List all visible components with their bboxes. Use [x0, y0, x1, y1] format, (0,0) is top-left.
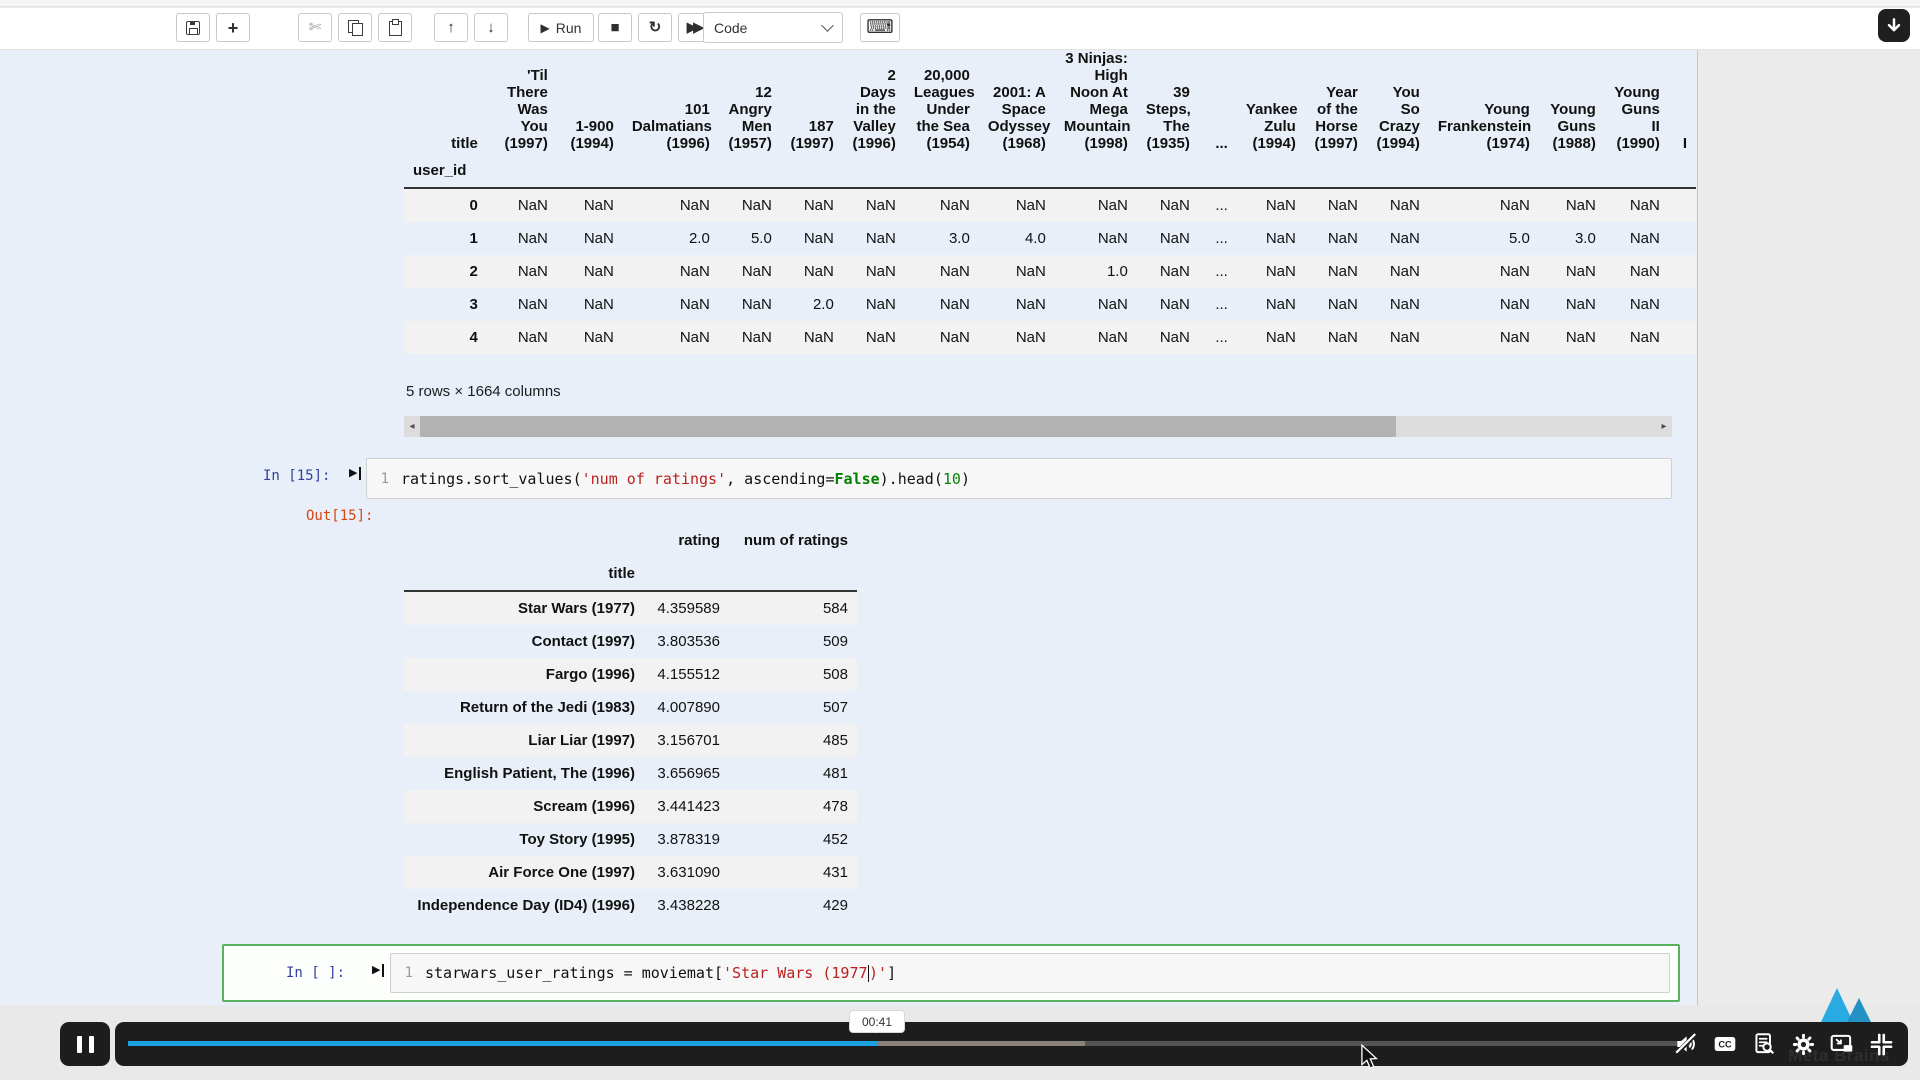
settings-button[interactable]	[1788, 1030, 1818, 1058]
pause-icon	[88, 1035, 94, 1053]
matrix-index-name-row: user_id	[413, 162, 467, 179]
table-row: 4 NaN NaN NaN NaN NaN NaN NaN NaN NaN NaN... NaN NaN…	[404, 321, 1696, 354]
jupyter-toolbar: + ✄ ↑ ↓ ▶ Run ■ ↻ ▶▶ Code ⌨	[0, 8, 1920, 50]
in-prompt-15: In [15]:	[263, 468, 331, 484]
copy-cell-button[interactable]	[338, 13, 372, 42]
ratings-table: rating num of ratings title Star Wars (1977…	[404, 524, 857, 922]
table-row: Independence Day (ID4) (1996) 3.438228 429	[417, 897, 848, 914]
command-palette-button[interactable]: ⌨	[860, 13, 900, 42]
plus-icon: +	[227, 17, 239, 38]
table-row: Air Force One (1997) 3.631090 431	[404, 856, 857, 889]
table-row: 0 NaN NaN NaN NaN NaN NaN NaN NaN NaN NaN... NaN NaN…	[404, 188, 1696, 222]
collapse-icon	[1870, 1033, 1892, 1055]
cell-collapse-icon[interactable]: ▶	[349, 467, 362, 480]
cell-collapse-icon[interactable]: ▶	[372, 964, 385, 977]
mute-button[interactable]	[1671, 1030, 1701, 1058]
play-icon: ▶	[540, 20, 550, 35]
fast-forward-icon: ▶▶	[686, 19, 704, 36]
stop-button[interactable]: ■	[598, 13, 632, 42]
captions-button[interactable]: CC	[1710, 1030, 1740, 1058]
movie-matrix-output: title 'Til There Was You (1997) 1-900 (199…	[404, 50, 1696, 368]
code-line[interactable]: starwars_user_ratings = moviemat['Star W…	[425, 964, 896, 982]
seek-bar[interactable]	[128, 1041, 1690, 1046]
table-row: 1 NaN NaN 2.0 5.0 NaN NaN 3.0 4.0 NaN NaN... NaN NaN…	[469, 230, 1660, 247]
arrow-down-icon: ↓	[487, 19, 495, 36]
table-row: Return of the Jedi (1983) 4.007890 507	[459, 699, 848, 716]
horizontal-scrollbar[interactable]: ◂ ▸	[404, 416, 1672, 437]
table-row: Star Wars (1977) 4.359589 584	[404, 591, 857, 625]
code-line[interactable]: ratings.sort_values('num of ratings', as…	[401, 470, 970, 488]
window-top-strip	[0, 0, 1920, 7]
code-cell-15[interactable]: 1 ratings.sort_values('num of ratings', …	[366, 458, 1672, 499]
table-row: Toy Story (1995) 3.878319 452	[519, 831, 848, 848]
seek-buffered	[877, 1041, 1085, 1046]
table-row: Fargo (1996) 4.155512 508	[404, 658, 857, 691]
insert-cell-button[interactable]: +	[216, 13, 250, 42]
run-button[interactable]: ▶ Run	[528, 13, 594, 42]
save-button[interactable]	[176, 13, 210, 42]
copy-icon	[347, 20, 363, 36]
logo-triangle-small	[1846, 998, 1872, 1024]
scrollbar-thumb[interactable]	[420, 416, 1396, 437]
cell-type-select[interactable]: Code	[703, 12, 843, 43]
in-prompt-empty: In [ ]:	[286, 965, 346, 981]
pause-button[interactable]	[60, 1022, 110, 1066]
restart-kernel-button[interactable]: ↻	[638, 13, 672, 42]
metabrains-logo	[1820, 986, 1876, 1024]
line-number: 1	[404, 965, 413, 981]
move-cell-down-button[interactable]: ↓	[474, 13, 508, 42]
move-cell-up-button[interactable]: ↑	[434, 13, 468, 42]
paste-icon	[388, 19, 403, 36]
save-icon	[186, 20, 200, 35]
right-gutter	[1699, 50, 1920, 1005]
mouse-cursor	[1357, 1043, 1381, 1075]
movie-matrix-table: title 'Til There Was You (1997) 1-900 (199…	[404, 50, 1696, 354]
restart-icon: ↻	[648, 19, 662, 36]
picture-in-picture-icon	[1830, 1034, 1853, 1052]
download-icon	[1887, 17, 1901, 31]
paste-cell-button[interactable]	[378, 13, 412, 42]
keyboard-icon: ⌨	[866, 17, 894, 38]
cc-icon: CC	[1714, 1036, 1736, 1052]
table-row: 2 NaN NaN NaN NaN NaN NaN NaN NaN 1.0 NaN... NaN NaN…	[404, 255, 1696, 288]
download-button[interactable]	[1878, 9, 1910, 42]
matrix-header-row: title 'Til There Was You (1997) 1-900 (199…	[451, 50, 1687, 152]
cell-type-value: Code	[714, 19, 748, 36]
dataframe-shape-note: 5 rows × 1664 columns	[406, 383, 561, 400]
table-row: Scream (1996) 3.441423 478	[404, 790, 857, 823]
scroll-left-arrow-icon[interactable]: ◂	[404, 421, 420, 432]
muted-speaker-icon	[1674, 1032, 1698, 1056]
out-prompt-15: Out[15]:	[306, 508, 374, 524]
cut-cell-button[interactable]: ✄	[298, 13, 332, 42]
run-label: Run	[555, 19, 582, 36]
ratings-header-row: rating num of ratings	[678, 532, 848, 549]
svg-text:CC: CC	[1718, 1040, 1732, 1050]
seek-remaining	[1085, 1041, 1690, 1046]
pause-icon	[76, 1035, 82, 1053]
gear-icon	[1792, 1033, 1814, 1055]
exit-fullscreen-button[interactable]	[1866, 1030, 1896, 1058]
selected-code-cell[interactable]: In [ ]: ▶ 1 starwars_user_ratings = movi…	[222, 944, 1680, 1002]
pip-button[interactable]	[1827, 1030, 1857, 1058]
table-row: English Patient, The (1996) 3.656965 481	[444, 765, 848, 782]
scroll-right-arrow-icon[interactable]: ▸	[1656, 421, 1672, 432]
table-row: Liar Liar (1997) 3.156701 485	[404, 724, 857, 757]
table-row: 3 NaN NaN NaN NaN 2.0 NaN NaN NaN NaN NaN... NaN NaN…	[469, 296, 1660, 313]
player-controls-bar: Meta Brains CC	[115, 1022, 1908, 1066]
seek-time-tooltip: 00:41	[849, 1010, 905, 1033]
arrow-up-icon: ↑	[447, 19, 455, 36]
scissors-icon: ✄	[308, 19, 322, 36]
line-number: 1	[380, 470, 389, 487]
ratings-index-name-row: title	[608, 565, 635, 582]
chevron-down-icon	[821, 19, 834, 32]
ratings-output: rating num of ratings title Star Wars (1977…	[404, 524, 857, 922]
seek-played	[128, 1041, 877, 1046]
code-cell-empty[interactable]: 1 starwars_user_ratings = moviemat['Star…	[390, 953, 1670, 993]
stop-icon: ■	[610, 19, 620, 36]
table-row: Contact (1997) 3.803536 509	[531, 633, 848, 650]
transcript-button[interactable]	[1749, 1030, 1779, 1058]
transcript-search-icon	[1755, 1033, 1774, 1054]
